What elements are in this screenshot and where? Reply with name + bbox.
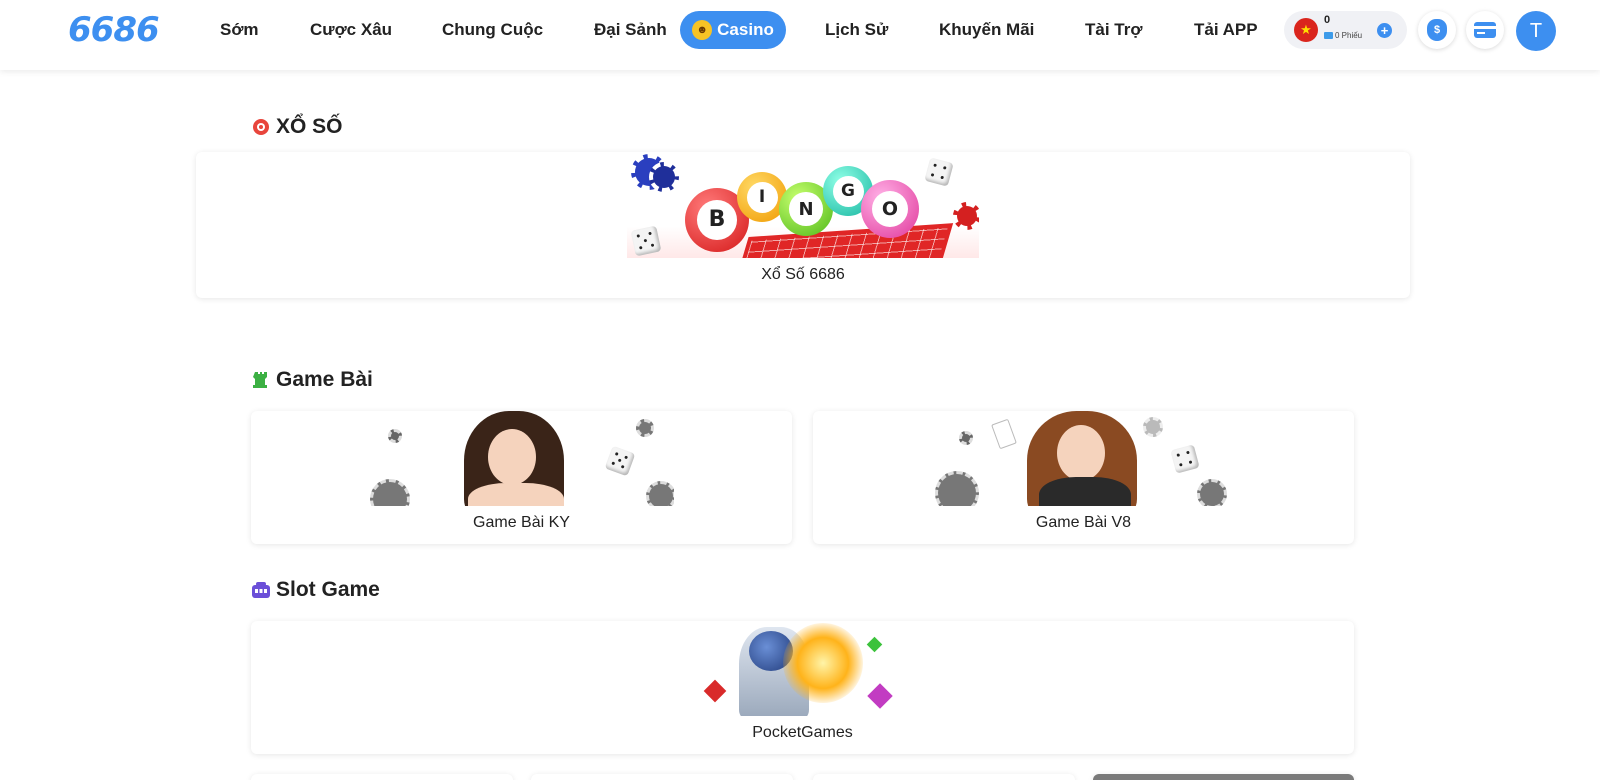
chip-icon xyxy=(1143,417,1163,437)
vietnam-flag-icon: ★ xyxy=(1294,18,1318,42)
chip-icon xyxy=(1197,479,1227,506)
game-bai-ky-thumbnail xyxy=(368,411,674,506)
withdraw-button[interactable] xyxy=(1466,11,1504,49)
chip-icon xyxy=(953,202,979,230)
bingo-ball-letter: G xyxy=(832,175,864,207)
character-face xyxy=(488,429,536,485)
wallet-balance[interactable]: ★ 0 0 Phiếu + xyxy=(1284,11,1407,49)
nav-item-som[interactable]: Sớm xyxy=(220,20,259,40)
game-tile-game-bai-ky[interactable]: Game Bài KY xyxy=(251,411,792,544)
bingo-ball-letter: N xyxy=(789,192,823,226)
section-title-lottery: XỔ SỐ xyxy=(252,115,343,139)
deposit-button[interactable]: $ xyxy=(1418,11,1456,49)
game-caption: PocketGames xyxy=(752,724,853,741)
section-title-lottery-label: XỔ SỐ xyxy=(276,115,343,138)
game-tile-xo-so-6686[interactable]: B I N G O Xổ Số 6686 xyxy=(196,152,1410,298)
game-tile-partial[interactable] xyxy=(531,774,793,780)
nav-item-chung-cuoc[interactable]: Chung Cuộc xyxy=(442,20,543,40)
balance-amount: 0 xyxy=(1324,14,1331,26)
nav-item-tai-tro[interactable]: Tài Trợ xyxy=(1085,20,1142,40)
game-tile-pocketgames[interactable]: PocketGames xyxy=(251,621,1354,754)
dice-icon xyxy=(604,445,636,477)
character-body xyxy=(468,483,564,506)
game-caption: Game Bài V8 xyxy=(1035,514,1132,531)
dice-icon xyxy=(1170,444,1200,474)
chip-icon xyxy=(646,481,674,506)
section-title-card-games-label: Game Bài xyxy=(276,368,373,391)
plus-icon[interactable]: + xyxy=(1377,23,1392,38)
chip-icon xyxy=(370,479,410,506)
ticket-count-label: 0 Phiếu xyxy=(1335,31,1363,40)
site-logo[interactable]: 6686 xyxy=(68,10,160,50)
credit-card-icon xyxy=(1474,22,1496,38)
bingo-ball-letter: I xyxy=(746,181,778,213)
chip-icon xyxy=(636,419,654,437)
section-title-slot-game: Slot Game xyxy=(252,578,380,602)
bingo-ball-o: O xyxy=(861,180,919,238)
treasure-glow xyxy=(783,623,863,703)
pocketgames-thumbnail xyxy=(703,621,899,716)
chip-icon xyxy=(649,162,679,192)
red-gem-icon xyxy=(703,679,727,703)
ticket-icon xyxy=(1324,32,1333,39)
nav-item-dai-sanh[interactable]: Đại Sảnh xyxy=(594,20,667,40)
bingo-ball-letter: O xyxy=(872,191,908,227)
bingo-thumbnail: B I N G O xyxy=(627,152,979,258)
nav-item-tai-app[interactable]: Tải APP xyxy=(1194,20,1258,40)
chess-rook-icon xyxy=(252,371,270,389)
nav-item-cuoc-xau[interactable]: Cược Xâu xyxy=(310,20,392,40)
bingo-board xyxy=(736,223,954,258)
playing-card-icon xyxy=(991,418,1017,450)
green-gem-icon xyxy=(866,636,883,653)
dice-icon xyxy=(630,225,662,257)
game-tile-game-bai-v8[interactable]: Game Bài V8 xyxy=(813,411,1354,544)
money-bag-icon: $ xyxy=(1427,19,1447,41)
bingo-ball-letter: B xyxy=(697,200,737,240)
chip-icon xyxy=(388,429,402,443)
smiley-icon: ☻ xyxy=(692,20,713,40)
avatar[interactable]: T xyxy=(1516,11,1556,51)
nav-item-casino[interactable]: ☻ Casino xyxy=(680,11,786,49)
chip-icon xyxy=(959,431,973,445)
game-tile-partial[interactable] xyxy=(251,774,513,780)
lottery-ball-icon xyxy=(252,118,270,136)
top-navbar: 6686 Sớm Cược Xâu Chung Cuộc Đại Sảnh ☻ … xyxy=(0,0,1600,70)
slot-machine-icon xyxy=(252,581,270,599)
section-title-card-games: Game Bài xyxy=(252,368,373,392)
dice-icon xyxy=(924,157,954,187)
chip-icon xyxy=(935,471,979,506)
nav-item-khuyen-mai[interactable]: Khuyến Mãi xyxy=(939,20,1034,40)
game-bai-v8-thumbnail xyxy=(935,411,1241,506)
game-caption: Game Bài KY xyxy=(473,514,570,531)
section-title-slot-game-label: Slot Game xyxy=(276,578,380,601)
character-body xyxy=(1039,477,1131,506)
nav-item-casino-label: Casino xyxy=(717,20,774,39)
character-face xyxy=(1057,425,1105,481)
game-tile-partial[interactable] xyxy=(813,774,1075,780)
game-tile-partial[interactable] xyxy=(1093,774,1354,780)
ticket-count: 0 Phiếu xyxy=(1324,31,1362,40)
nav-item-lich-su[interactable]: Lịch Sử xyxy=(825,20,888,40)
game-caption: Xổ Số 6686 xyxy=(761,266,845,283)
purple-gem-icon xyxy=(867,683,893,709)
